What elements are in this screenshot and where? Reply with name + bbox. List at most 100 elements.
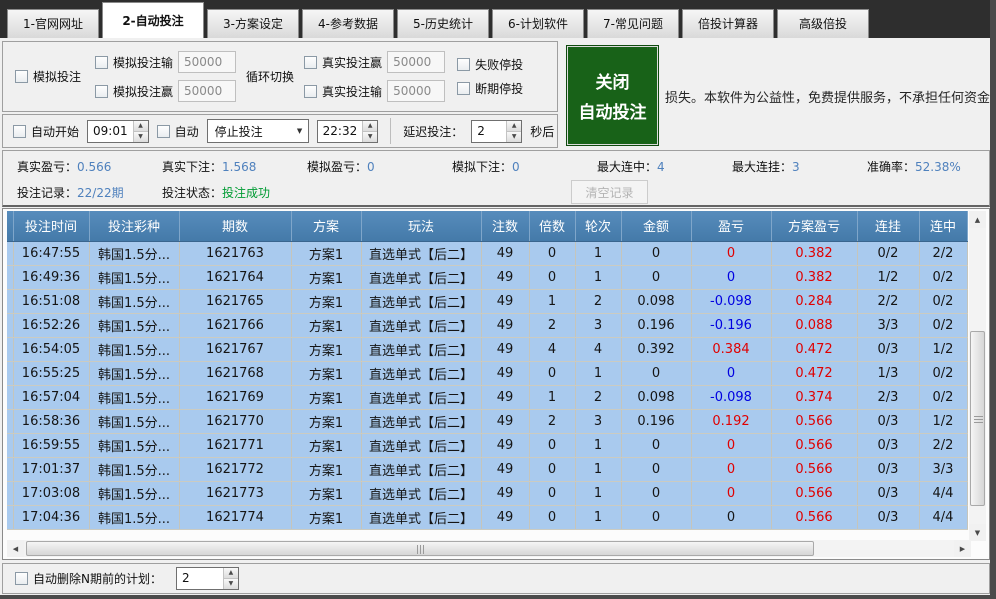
tab-倍投计算器[interactable]: 倍投计算器 [682,9,774,38]
column-header-倍数[interactable]: 倍数 [529,211,575,241]
cell-time: 17:04:36 [13,505,89,529]
cell-round: 1 [575,433,621,457]
fail-stop-checkbox[interactable]: 失败停投 [457,56,523,73]
auto-checkbox[interactable]: 自动 [157,123,199,140]
checkbox-icon[interactable] [95,85,108,98]
sim-win-checkbox[interactable]: 模拟投注赢 [95,80,236,102]
tab-高级倍投[interactable]: 高级倍投 [777,9,869,38]
cell-period: 1621764 [179,265,291,289]
checkbox-icon[interactable] [15,70,28,83]
column-header-盈亏[interactable]: 盈亏 [691,211,771,241]
checkbox-icon[interactable] [457,82,470,95]
cell-plan_profit: 0.374 [771,385,857,409]
checkbox-icon[interactable] [95,56,108,69]
tab-3-方案设定[interactable]: 3-方案设定 [207,9,299,38]
spin-down-icon[interactable]: ▼ [134,132,148,142]
auto-delete-spinner[interactable]: 2 ▲▼ [176,567,239,590]
table-row[interactable]: 16:59:55韩国1.5分...1621771方案1直选单式【后二】49010… [7,433,967,457]
cell-profit: 0 [691,361,771,385]
column-header-方案盈亏[interactable]: 方案盈亏 [771,211,857,241]
column-header-玩法[interactable]: 玩法 [361,211,481,241]
spinner-buttons[interactable]: ▲▼ [223,568,238,589]
table-row[interactable]: 16:57:04韩国1.5分...1621769方案1直选单式【后二】49120… [7,385,967,409]
tab-7-常见问题[interactable]: 7-常见问题 [587,9,679,38]
spinner-buttons[interactable]: ▲▼ [362,121,377,142]
checkbox-icon[interactable] [157,125,170,138]
cell-profit: 0 [691,433,771,457]
tab-1-官网网址[interactable]: 1-官网网址 [7,9,99,38]
auto-start-checkbox[interactable]: 自动开始 [13,123,79,140]
column-header-注数[interactable]: 注数 [481,211,529,241]
spin-down-icon[interactable]: ▼ [224,579,238,589]
checkbox-icon[interactable] [304,85,317,98]
spin-up-icon[interactable]: ▲ [134,121,148,132]
start-time-spinner[interactable]: 09:01 ▲▼ [87,120,149,143]
cell-round: 2 [575,289,621,313]
real-lose-input[interactable] [387,80,445,102]
table-row[interactable]: 16:49:36韩国1.5分...1621764方案1直选单式【后二】49010… [7,265,967,289]
column-header-轮次[interactable]: 轮次 [575,211,621,241]
sim-lose-label: 模拟投注输 [113,54,173,71]
chevron-down-icon[interactable]: ▼ [292,127,308,135]
vertical-scroll-thumb[interactable] [970,331,985,506]
tab-4-参考数据[interactable]: 4-参考数据 [302,9,394,38]
sim-lose-input[interactable] [178,51,236,73]
real-win-checkbox[interactable]: 真实投注赢 [304,51,445,73]
table-row[interactable]: 16:55:25韩国1.5分...1621768方案1直选单式【后二】49010… [7,361,967,385]
tab-6-计划软件[interactable]: 6-计划软件 [492,9,584,38]
sim-lose-checkbox[interactable]: 模拟投注输 [95,51,236,73]
delay-spinner[interactable]: 2 ▲▼ [471,120,522,143]
table-row[interactable]: 16:47:55韩国1.5分...1621763方案1直选单式【后二】49010… [7,241,967,265]
cell-round: 1 [575,457,621,481]
sim-win-input[interactable] [178,80,236,102]
spin-up-icon[interactable]: ▲ [363,121,377,132]
vertical-scrollbar[interactable]: ▲ ▼ [969,211,986,541]
horizontal-scrollbar[interactable]: ◀ ▶ [7,540,971,557]
column-header-连挂[interactable]: 连挂 [857,211,919,241]
column-header-期数[interactable]: 期数 [179,211,291,241]
auto-delete-checkbox[interactable]: 自动删除N期前的计划： [15,570,162,587]
stop-time-spinner[interactable]: 22:32 ▲▼ [317,120,379,143]
close-auto-bet-button[interactable]: 关闭 自动投注 [566,45,659,146]
table-row[interactable]: 16:54:05韩国1.5分...1621767方案1直选单式【后二】49440… [7,337,967,361]
sim-bet-checkbox[interactable]: 模拟投注 [15,68,81,85]
spinner-buttons[interactable]: ▲▼ [506,121,521,142]
clear-records-button[interactable]: 清空记录 [571,180,648,204]
table-row[interactable]: 17:01:37韩国1.5分...1621772方案1直选单式【后二】49010… [7,457,967,481]
column-header-投注时间[interactable]: 投注时间 [13,211,89,241]
stop-action-dropdown[interactable]: 停止投注 ▼ [207,119,309,143]
checkbox-icon[interactable] [15,572,28,585]
scroll-right-icon[interactable]: ▶ [954,540,971,557]
real-win-input[interactable] [387,51,445,73]
column-header-金额[interactable]: 金额 [621,211,691,241]
cell-time: 16:47:55 [13,241,89,265]
app-window: 1-官网网址2-自动投注3-方案设定4-参考数据5-历史统计6-计划软件7-常见… [0,0,996,599]
table-row[interactable]: 16:58:36韩国1.5分...1621770方案1直选单式【后二】49230… [7,409,967,433]
spin-up-icon[interactable]: ▲ [224,568,238,579]
scroll-up-icon[interactable]: ▲ [969,211,986,228]
scroll-down-icon[interactable]: ▼ [969,524,986,541]
real-lose-checkbox[interactable]: 真实投注输 [304,80,445,102]
table-row[interactable]: 16:51:08韩国1.5分...1621765方案1直选单式【后二】49120… [7,289,967,313]
tab-5-历史统计[interactable]: 5-历史统计 [397,9,489,38]
table-row[interactable]: 17:03:08韩国1.5分...1621773方案1直选单式【后二】49010… [7,481,967,505]
spin-down-icon[interactable]: ▼ [507,132,521,142]
column-header-投注彩种[interactable]: 投注彩种 [89,211,179,241]
column-header-方案[interactable]: 方案 [291,211,361,241]
spinner-buttons[interactable]: ▲▼ [133,121,148,142]
checkbox-icon[interactable] [13,125,26,138]
break-stop-checkbox[interactable]: 断期停投 [457,80,523,97]
spin-up-icon[interactable]: ▲ [507,121,521,132]
table-row[interactable]: 17:04:36韩国1.5分...1621774方案1直选单式【后二】49010… [7,505,967,529]
cell-play: 直选单式【后二】 [361,457,481,481]
tab-2-自动投注[interactable]: 2-自动投注 [102,2,204,38]
checkbox-icon[interactable] [457,58,470,71]
cell-bets: 49 [481,361,529,385]
table-row[interactable]: 16:52:26韩国1.5分...1621766方案1直选单式【后二】49230… [7,313,967,337]
spin-down-icon[interactable]: ▼ [363,132,377,142]
scroll-left-icon[interactable]: ◀ [7,540,24,557]
cell-miss: 2/3 [857,385,919,409]
column-header-连中[interactable]: 连中 [919,211,967,241]
checkbox-icon[interactable] [304,56,317,69]
horizontal-scroll-thumb[interactable] [26,541,814,556]
